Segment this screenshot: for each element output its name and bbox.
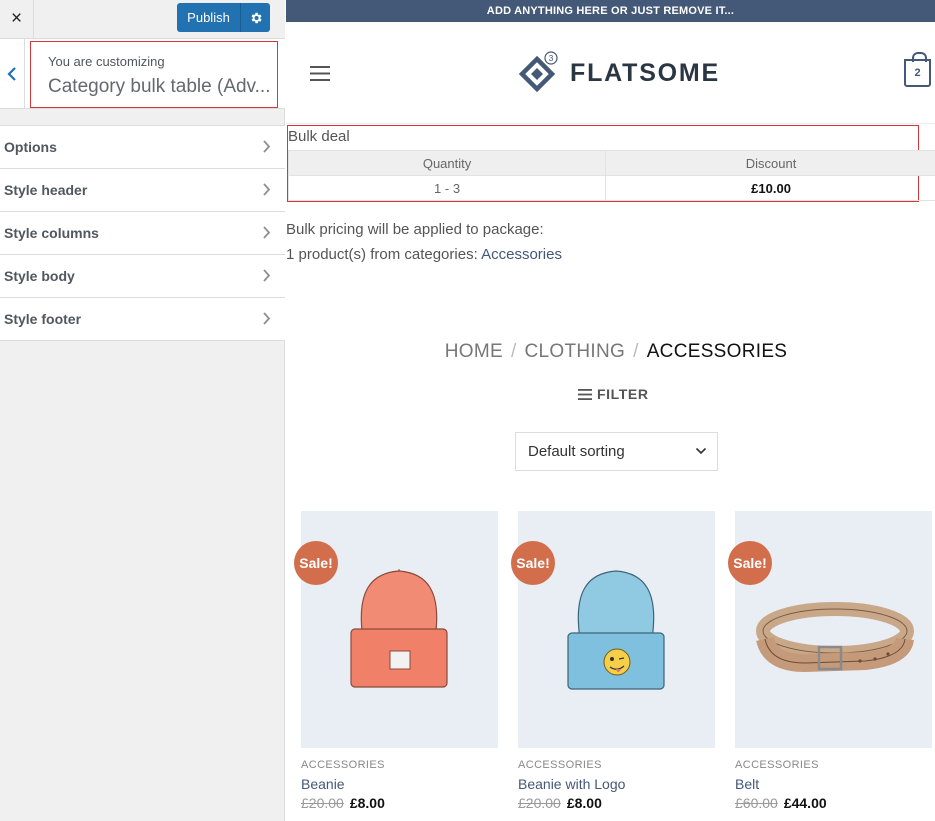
product-card[interactable]: Sale! ACCESSORIES Beanie with Logo £20.0…	[511, 511, 715, 811]
hamburger-icon[interactable]	[310, 66, 330, 81]
bulk-deal-block: Bulk deal Quantity Discount 1 - 3 £10.00	[287, 125, 935, 202]
gear-icon	[251, 12, 262, 23]
filter-icon	[578, 388, 592, 400]
header-quantity: Quantity	[287, 150, 607, 176]
product-name[interactable]: Belt	[735, 776, 759, 792]
old-price: £60.00	[735, 795, 778, 811]
chevron-right-icon	[263, 140, 271, 153]
section-options[interactable]: Options	[0, 126, 285, 169]
logo-text: FLATSOME	[570, 58, 721, 87]
publish-group: Publish	[177, 3, 270, 32]
product-price: £60.00 £44.00	[735, 795, 827, 811]
chevron-right-icon	[263, 226, 271, 239]
site-header: 3 FLATSOME 2	[286, 22, 935, 124]
sale-badge: Sale!	[511, 541, 555, 585]
section-label: Style footer	[4, 311, 82, 327]
product-price: £20.00 £8.00	[518, 795, 602, 811]
section-style-columns[interactable]: Style columns	[0, 212, 285, 255]
flatsome-logo-icon: 3	[518, 51, 558, 93]
product-image[interactable]: Sale!	[511, 511, 715, 748]
sale-badge: Sale!	[294, 541, 338, 585]
filter-label: FILTER	[597, 386, 649, 402]
product-price: £20.00 £8.00	[301, 795, 385, 811]
sale-price: £8.00	[349, 795, 385, 811]
category-link-accessories[interactable]: Accessories	[481, 246, 562, 263]
back-button[interactable]	[0, 39, 25, 109]
section-style-footer[interactable]: Style footer	[0, 298, 285, 341]
product-category: ACCESSORIES	[735, 759, 819, 771]
customizer-info: You are customizing Category bulk table …	[0, 39, 285, 109]
logo-badge: 3	[549, 53, 554, 63]
product-image[interactable]: Sale!	[728, 511, 932, 748]
breadcrumb-separator: /	[633, 341, 639, 362]
product-name[interactable]: Beanie	[301, 776, 345, 792]
site-preview: ADD ANYTHING HERE OR JUST REMOVE IT... 3…	[286, 0, 935, 821]
breadcrumb-separator: /	[510, 341, 517, 362]
product-card[interactable]: Sale! ACCESSORIES Belt £60.00 £44.00	[728, 511, 932, 811]
customizer-header: × Publish	[0, 0, 285, 39]
site-logo[interactable]: 3 FLATSOME	[516, 51, 720, 95]
publish-settings-button[interactable]	[240, 3, 270, 32]
sale-price: £8.00	[566, 795, 602, 811]
cart-count: 2	[914, 67, 921, 79]
chevron-left-icon	[7, 67, 16, 81]
section-label: Options	[4, 139, 57, 155]
cell-discount: £10.00	[605, 175, 935, 201]
package-text: Bulk pricing will be applied to package:	[286, 221, 544, 238]
bulk-table: Quantity Discount 1 - 3 £10.00	[287, 150, 935, 201]
product-category: ACCESSORIES	[518, 759, 602, 771]
customizing-panel-title: You are customizing Category bulk table …	[30, 41, 278, 108]
filter-button[interactable]: FILTER	[578, 386, 649, 402]
breadcrumb-home[interactable]: HOME	[445, 341, 503, 362]
chevron-right-icon	[263, 312, 271, 325]
chevron-down-icon	[695, 447, 707, 455]
bulk-table-header: Quantity Discount	[287, 150, 935, 176]
top-bar: ADD ANYTHING HERE OR JUST REMOVE IT...	[286, 0, 935, 22]
cell-quantity: 1 - 3	[287, 175, 607, 201]
customizer-sections: Options Style header Style columns Style…	[0, 125, 285, 341]
breadcrumb: HOME / CLOTHING / ACCESSORIES	[286, 341, 935, 363]
sale-price: £44.00	[783, 795, 827, 811]
section-style-body[interactable]: Style body	[0, 255, 285, 298]
customizer-sidebar: × Publish You are customizing Category b…	[0, 0, 285, 821]
chevron-right-icon	[263, 269, 271, 282]
sort-value: Default sorting	[528, 443, 625, 460]
section-label: Style header	[4, 182, 88, 198]
section-style-header[interactable]: Style header	[0, 169, 285, 212]
sort-select[interactable]: Default sorting	[515, 432, 718, 471]
product-category: ACCESSORIES	[301, 759, 385, 771]
breadcrumb-current: ACCESSORIES	[646, 341, 788, 362]
cart-icon[interactable]: 2	[904, 52, 931, 87]
sale-badge: Sale!	[728, 541, 772, 585]
close-icon[interactable]: ×	[0, 0, 34, 38]
old-price: £20.00	[301, 795, 344, 811]
bulk-deal-title: Bulk deal	[288, 128, 350, 145]
package-categories: 1 product(s) from categories: Accessorie…	[286, 246, 562, 263]
header-discount: Discount	[605, 150, 935, 176]
breadcrumb-clothing[interactable]: CLOTHING	[525, 341, 626, 362]
package-prefix: 1 product(s) from categories:	[286, 246, 482, 263]
product-image[interactable]: Sale!	[294, 511, 498, 748]
section-label: Style body	[4, 268, 75, 284]
product-card[interactable]: Sale! ACCESSORIES Beanie £20.00 £8.00	[294, 511, 498, 811]
old-price: £20.00	[518, 795, 561, 811]
customizing-title: Category bulk table (Adv...	[48, 76, 271, 97]
product-name[interactable]: Beanie with Logo	[518, 776, 625, 792]
publish-button[interactable]: Publish	[177, 3, 240, 32]
customizing-label: You are customizing	[48, 54, 165, 69]
chevron-right-icon	[263, 183, 271, 196]
section-label: Style columns	[4, 225, 99, 241]
table-row: 1 - 3 £10.00	[287, 175, 935, 201]
